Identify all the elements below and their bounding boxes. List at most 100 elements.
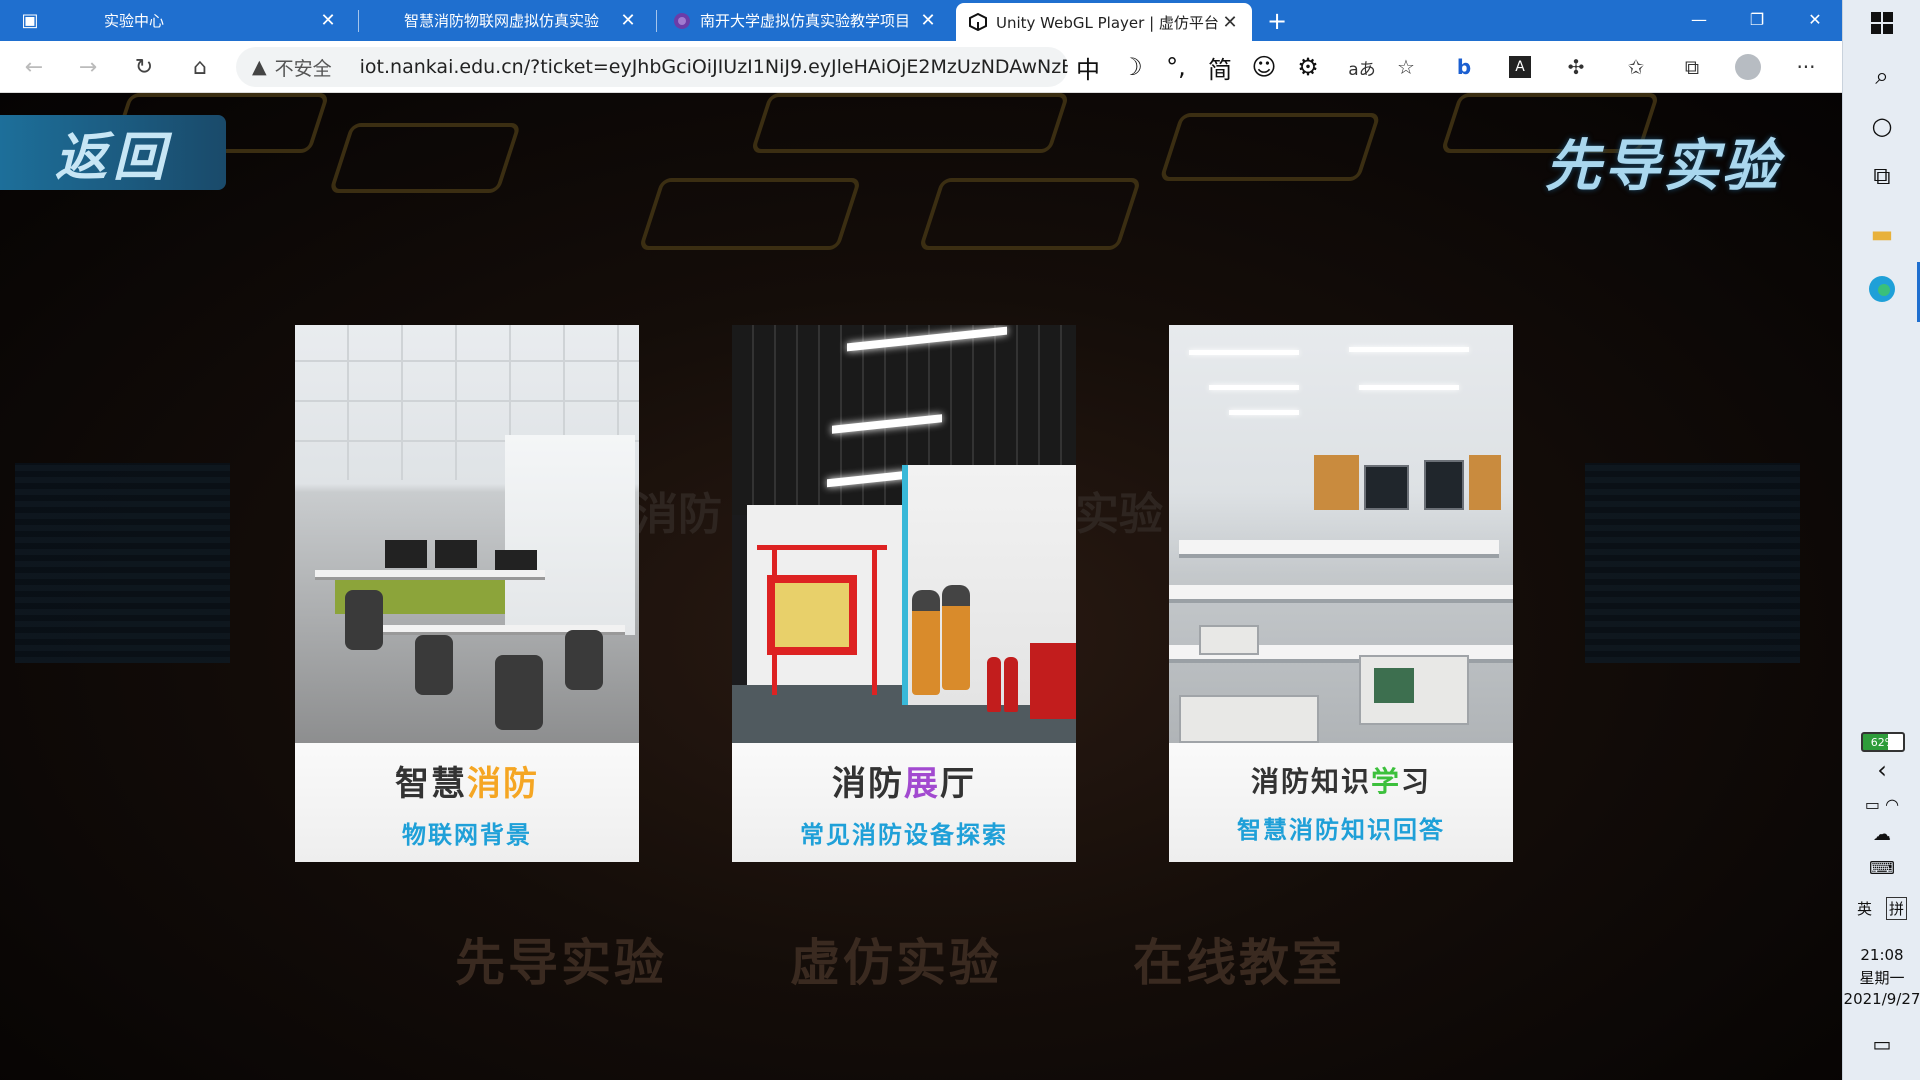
tab-separator [656, 10, 657, 32]
security-label[interactable]: 不安全 [275, 54, 332, 81]
card-title-highlight: 学 [1370, 765, 1401, 798]
card-fire-knowledge-learning[interactable]: 消防知识学习 智慧消防知识回答 [1169, 325, 1513, 862]
add-favorite-button[interactable]: ☆ [1388, 49, 1424, 85]
back-nav-button[interactable]: ← [16, 49, 52, 85]
ime-moon-button[interactable]: ☽ [1114, 53, 1150, 81]
ime-simplified-button[interactable]: 简 [1202, 50, 1238, 85]
cortana-button[interactable]: ○ [1843, 100, 1920, 152]
favorites-button[interactable]: ✩ [1618, 49, 1654, 85]
search-button[interactable]: ⌕ [1843, 50, 1920, 102]
unity-player-canvas[interactable]: 慧消防 实验 先导实验 虚仿实验 在线教室 返回 先导实验 智慧消防 物联网背景 [0, 93, 1842, 1080]
tab-close-icon[interactable]: ✕ [318, 10, 338, 31]
windows-start-icon [1871, 12, 1893, 40]
refresh-icon: ↻ [134, 54, 154, 80]
return-button[interactable]: 返回 [0, 115, 226, 190]
forward-nav-button[interactable]: → [70, 49, 106, 85]
clock-date[interactable]: 2021/9/27 [1843, 989, 1920, 1009]
close-window-button[interactable]: ✕ [1786, 0, 1844, 38]
restore-button[interactable]: ❐ [1728, 0, 1786, 38]
tab-nankai-virtual-project[interactable]: 南开大学虚拟仿真实验教学项目 ✕ [660, 0, 950, 41]
ime-mode[interactable]: 拼 [1886, 896, 1908, 920]
profile-button[interactable] [1730, 49, 1766, 85]
ime-toolbar: 中 ☽ °, 简 ☺ ⚙ [1070, 47, 1326, 87]
card-smart-fire[interactable]: 智慧消防 物联网背景 [295, 325, 639, 862]
tab-unity-webgl-player[interactable]: Unity WebGL Player | 虚仿平台 ✕ [956, 3, 1252, 41]
tab-actions-button[interactable]: ▣ [10, 0, 50, 41]
laboratory-photo [1169, 325, 1513, 743]
refresh-button[interactable]: ↻ [126, 49, 162, 85]
nankai-logo-icon [672, 11, 692, 31]
background-ghost-text: 实验 [1075, 489, 1163, 540]
card-title: 消防展厅 [832, 756, 976, 805]
ime-indicator[interactable]: 英 拼 [1843, 896, 1920, 920]
plus-icon: + [1266, 6, 1288, 35]
battery-icon: ▭ ◠ [1864, 794, 1900, 814]
tab-smart-fire-iot[interactable]: 智慧消防物联网虚拟仿真实验 ✕ [360, 0, 650, 41]
clock-weekday[interactable]: 星期一 [1843, 967, 1920, 987]
task-view-icon: ⧉ [1873, 162, 1891, 190]
ime-chinese-mode-button[interactable]: 中 [1070, 50, 1106, 85]
minimize-icon: — [1691, 9, 1707, 29]
tab-close-icon[interactable]: ✕ [1220, 12, 1240, 33]
puzzle-icon: ✣ [1567, 55, 1585, 79]
bing-button[interactable]: b [1446, 49, 1482, 85]
ime-punctuation-button[interactable]: °, [1158, 53, 1194, 81]
ime-language[interactable]: 英 [1857, 898, 1872, 919]
arrow-left-icon: ← [24, 54, 44, 80]
file-explorer-icon: ▬ [1870, 220, 1894, 248]
edge-taskbar-button[interactable] [1843, 266, 1920, 318]
tab-separator [358, 10, 359, 32]
extension-button[interactable]: A [1502, 49, 1538, 85]
start-button[interactable] [1843, 0, 1920, 52]
card-subtitle: 智慧消防知识回答 [1237, 816, 1445, 844]
file-explorer-button[interactable]: ▬ [1843, 208, 1920, 260]
restore-icon: ❐ [1749, 9, 1765, 29]
arrow-right-icon: → [78, 54, 98, 80]
office-photo [295, 325, 639, 743]
add-favorite-icon: ☆ [1397, 55, 1415, 79]
new-tab-button[interactable]: + [1262, 0, 1292, 41]
tab-title: Unity WebGL Player | 虚仿平台 [996, 13, 1219, 32]
url-text[interactable]: iot.nankai.edu.cn/?ticket=eyJhbGciOiJIUz… [360, 56, 1068, 78]
tab-close-icon[interactable]: ✕ [918, 10, 938, 31]
card-title-highlight: 展 [904, 763, 940, 804]
card-title-highlight: 消防 [467, 763, 539, 804]
task-view-button[interactable]: ⧉ [1843, 150, 1920, 202]
cloud-icon: ☁ [1873, 823, 1891, 845]
warning-icon[interactable]: ▲ [252, 56, 267, 78]
card-title-prefix: 消防知识 [1250, 765, 1371, 798]
browser-tab-bar: ▣ 实验中心 ✕ 智慧消防物联网虚拟仿真实验 ✕ 南开大学虚拟仿真实验教学项目 … [0, 0, 1842, 41]
home-button[interactable]: ⌂ [182, 49, 218, 85]
notification-icon: ▭ [1872, 1032, 1892, 1056]
extensions-button[interactable]: ✣ [1558, 49, 1594, 85]
tab-title: 智慧消防物联网虚拟仿真实验 [404, 12, 600, 30]
tab-close-icon[interactable]: ✕ [618, 10, 638, 31]
clock-time[interactable]: 21:08 [1843, 945, 1920, 965]
card-title: 智慧消防 [395, 756, 539, 805]
cortana-icon: ○ [1871, 112, 1893, 140]
minimize-button[interactable]: — [1670, 0, 1728, 38]
hex-decoration [328, 123, 522, 193]
background-menu-item: 在线教室 [1133, 934, 1345, 992]
edge-icon [1867, 274, 1897, 310]
background-menu-item: 先导实验 [455, 934, 667, 992]
tab-actions-icon: ▣ [21, 10, 39, 31]
card-fire-exhibition-hall[interactable]: 消防展厅 常见消防设备探索 [732, 325, 1076, 862]
notification-center-button[interactable]: ▭ [1843, 1018, 1920, 1070]
ime-settings-button[interactable]: ⚙ [1290, 53, 1326, 81]
windows-taskbar: ⌕ ○ ⧉ ▬ 62% ‹ ▭ ◠ ☁ ⌨ 英 拼 21:08 星期一 2021… [1842, 0, 1920, 1080]
card-title-prefix: 智慧 [395, 763, 467, 804]
browser-toolbar: ← → ↻ ⌂ ▲ 不安全 iot.nankai.edu.cn/?ticket=… [0, 41, 1842, 93]
more-icon: ··· [1796, 55, 1816, 79]
search-icon: ⌕ [1875, 62, 1889, 90]
tab-experiment-center[interactable]: 实验中心 ✕ [60, 0, 350, 41]
touch-keyboard-button[interactable]: ⌨ [1843, 848, 1920, 888]
background-window [15, 463, 230, 663]
read-aloud-button[interactable]: aあ [1344, 49, 1380, 85]
ime-emoji-button[interactable]: ☺ [1246, 53, 1282, 81]
more-options-button[interactable]: ··· [1788, 49, 1824, 85]
card-title-prefix: 消防 [832, 763, 904, 804]
collections-button[interactable]: ⧉ [1674, 49, 1710, 85]
address-bar[interactable]: ▲ 不安全 iot.nankai.edu.cn/?ticket=eyJhbGci… [236, 47, 1068, 87]
fire-hall-photo [732, 325, 1076, 743]
